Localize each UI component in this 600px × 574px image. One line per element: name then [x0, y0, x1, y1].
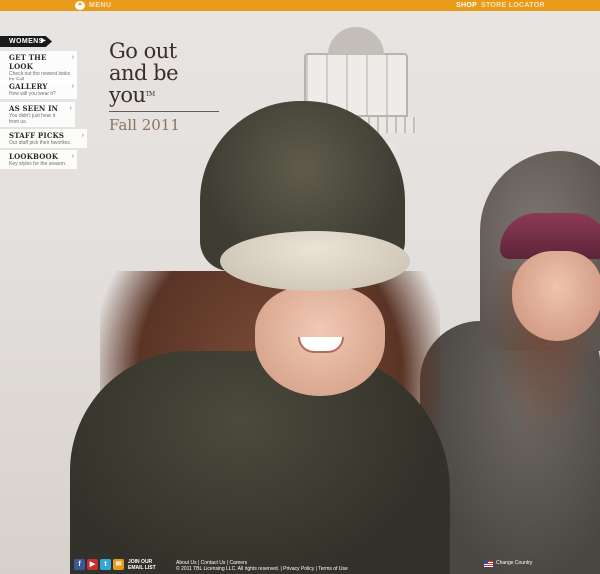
nav-item-lookbook[interactable]: LOOKBOOK Key styles for the season. ›: [0, 150, 77, 169]
nav-item-desc: Our staff pick their favorites.: [9, 140, 72, 146]
nav-item-gallery[interactable]: GALLERY How will you wear it? ›: [0, 80, 77, 99]
chevron-right-icon: ›: [71, 153, 74, 160]
change-country-link[interactable]: Change Country: [484, 560, 532, 567]
nav-item-title: AS SEEN IN: [9, 104, 59, 113]
twitter-icon[interactable]: t: [100, 559, 111, 570]
chevron-right-icon: ›: [81, 132, 84, 139]
nav-item-title: STAFF PICKS: [9, 131, 65, 140]
join-email-list-link[interactable]: JOIN OUR EMAIL LIST: [128, 559, 162, 571]
hero-image: [0, 11, 600, 574]
change-country-label: Change Country: [496, 560, 533, 566]
headline-divider: [109, 111, 219, 112]
headline-line-2: and be youTM: [109, 62, 229, 106]
nav-item-staff-picks[interactable]: STAFF PICKS Our staff pick their favorit…: [0, 129, 87, 148]
season-label: Fall 2011: [109, 116, 180, 134]
us-flag-icon: [484, 560, 493, 567]
chevron-right-icon: ›: [71, 54, 74, 61]
youtube-icon[interactable]: ▶: [87, 559, 98, 570]
menu-link[interactable]: MENU: [89, 1, 112, 10]
trademark-mark: TM: [145, 91, 156, 98]
facebook-icon[interactable]: f: [74, 559, 85, 570]
nav-item-desc: How will you wear it?: [9, 91, 56, 97]
tree-logo-icon[interactable]: ✶: [75, 1, 85, 10]
nav-item-as-seen-in[interactable]: AS SEEN IN You didn't just hear it from …: [0, 102, 75, 127]
campaign-headline: Go out and be youTM Fall 2011: [109, 40, 229, 134]
headline-line-1: Go out: [109, 39, 177, 63]
womens-tab[interactable]: WOMENS ▶: [0, 36, 52, 47]
headline-line-2-text: and be you: [109, 61, 179, 107]
nav-item-desc: You didn't just hear it from us.: [9, 113, 56, 125]
email-icon[interactable]: ✉: [113, 559, 124, 570]
chevron-right-icon: ›: [69, 105, 72, 112]
footer-links: About Us | Contact Us | Careers © 2011 T…: [176, 560, 348, 572]
model-left: [70, 101, 450, 574]
nav-item-title: LOOKBOOK: [9, 152, 59, 161]
footer-links-line-2[interactable]: © 2011 TBL Licensing LLC. All rights res…: [176, 566, 348, 572]
play-arrow-icon: ▶: [40, 38, 46, 44]
social-icons: f ▶ t ✉: [74, 559, 124, 570]
store-locator-link[interactable]: STORE LOCATOR: [481, 1, 545, 10]
top-bar: ✶ MENU SHOP STORE LOCATOR: [0, 0, 600, 11]
nav-item-title: GET THE LOOK: [9, 53, 47, 71]
nav-item-title: GALLERY: [9, 82, 48, 91]
nav-item-desc: Key styles for the season.: [9, 161, 67, 167]
shop-link[interactable]: SHOP: [456, 1, 477, 10]
chevron-right-icon: ›: [71, 83, 74, 90]
womens-tab-label: WOMENS: [9, 38, 44, 45]
